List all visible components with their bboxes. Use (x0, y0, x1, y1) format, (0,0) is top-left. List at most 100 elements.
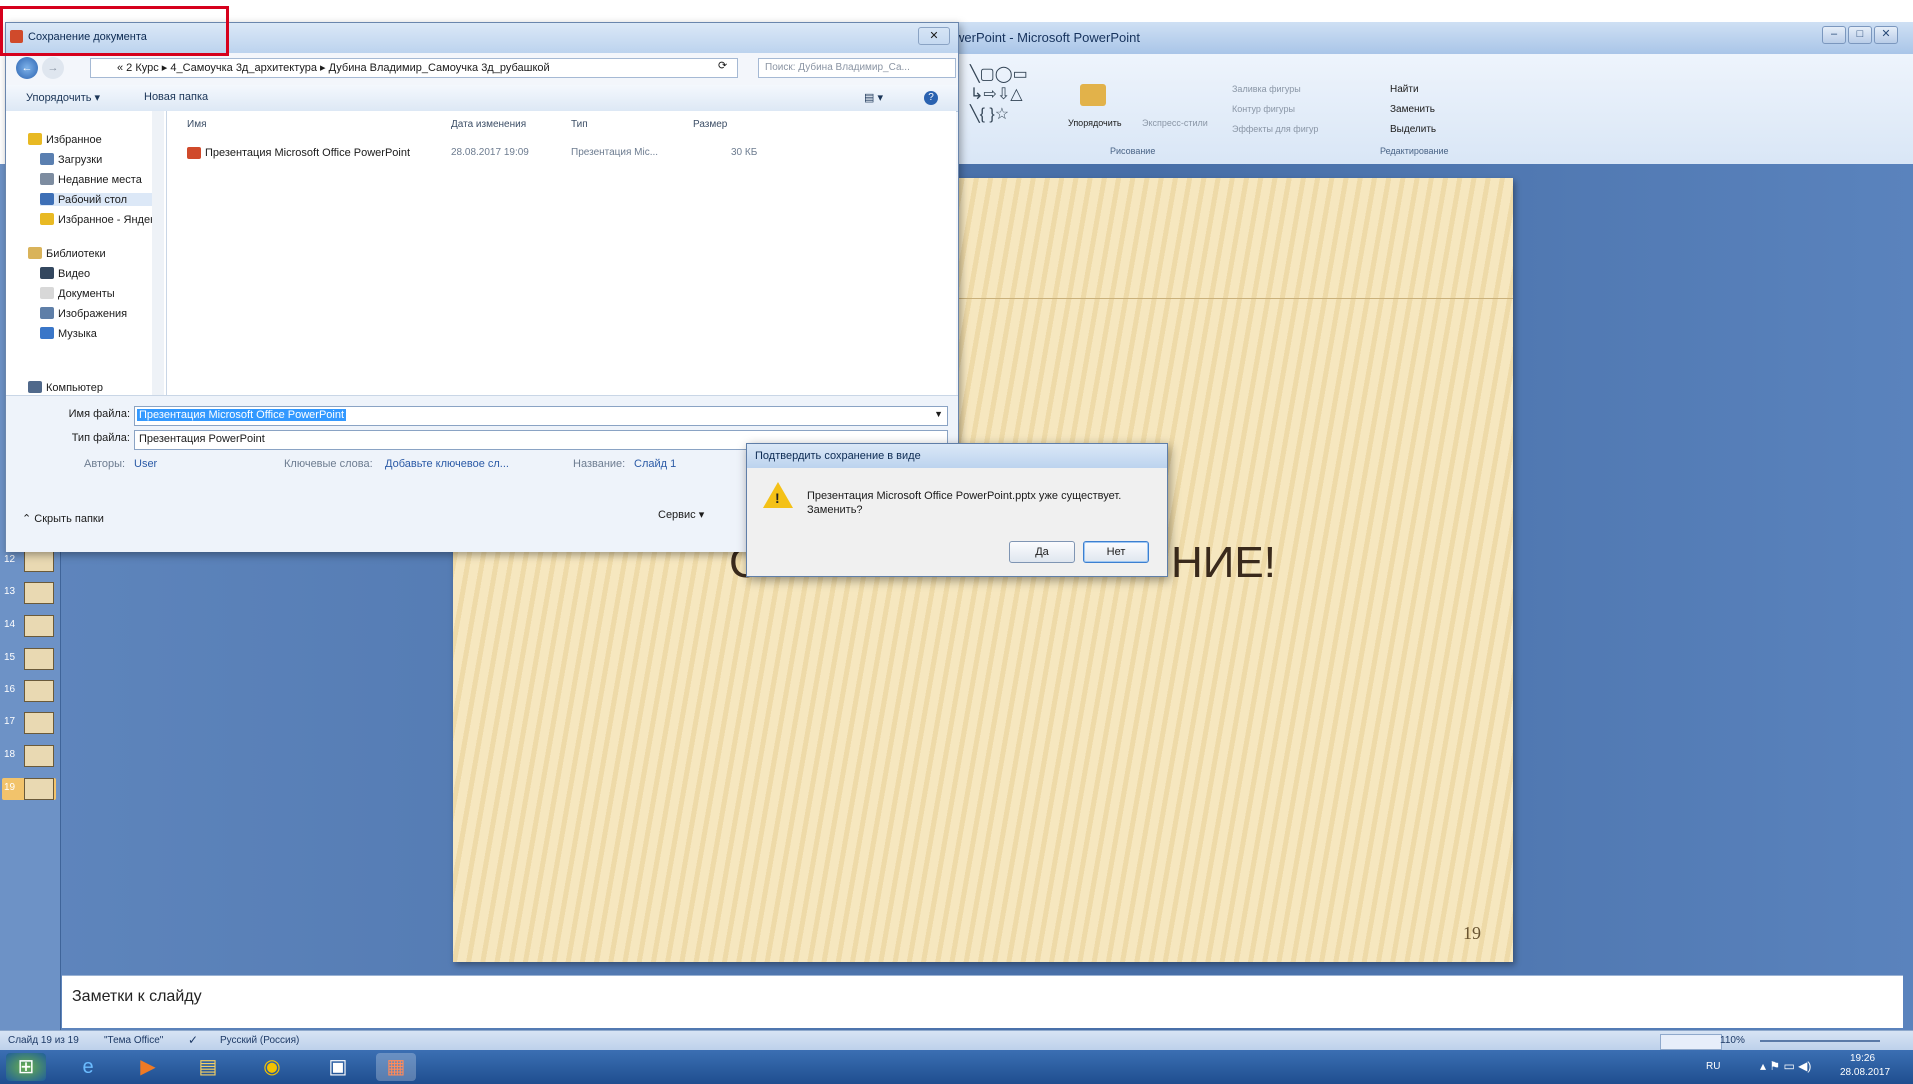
column-type[interactable]: Тип (571, 119, 588, 130)
chevron-up-icon: ⌃ (22, 513, 35, 525)
view-buttons[interactable] (1660, 1034, 1722, 1050)
nav-pictures[interactable]: Изображения (40, 307, 127, 320)
slide-heading: НИЕ! (1171, 538, 1276, 587)
authors-value[interactable]: User (134, 458, 157, 470)
nav-downloads[interactable]: Загрузки (40, 153, 102, 166)
status-bar: Слайд 19 из 19 "Тема Office" ✓ Русский (… (0, 1030, 1913, 1051)
file-list: Имя Дата изменения Тип Размер Презентаци… (167, 111, 956, 395)
zoom-slider[interactable] (1760, 1040, 1880, 1042)
select-button[interactable]: Выделить (1390, 124, 1436, 135)
shape-fill-button[interactable]: Заливка фигуры (1232, 84, 1301, 94)
explorer-icon[interactable]: ▤ (188, 1053, 228, 1081)
filename-label: Имя файла: (68, 408, 130, 420)
no-button[interactable]: Нет (1083, 541, 1149, 563)
back-icon[interactable]: ← (16, 57, 38, 79)
keywords-value[interactable]: Добавьте ключевое сл... (385, 458, 509, 470)
zoom-level[interactable]: 110% (1720, 1035, 1745, 1046)
tray-icons[interactable]: ▴ ⚑ ▭ ◀) (1760, 1059, 1811, 1073)
recent-places-icon (40, 173, 54, 185)
start-button[interactable]: ⊞ (6, 1053, 46, 1081)
star-icon (28, 133, 42, 145)
status-language[interactable]: Русский (Россия) (220, 1035, 299, 1046)
replace-button[interactable]: Заменить (1390, 104, 1435, 115)
spellcheck-icon[interactable]: ✓ (188, 1033, 198, 1047)
save-dialog-close-button[interactable]: ✕ (918, 27, 950, 45)
column-date[interactable]: Дата изменения (451, 119, 526, 130)
nav-desktop[interactable]: Рабочий стол (40, 193, 158, 206)
nav-video[interactable]: Видео (40, 267, 90, 280)
maximize-button[interactable]: □ (1848, 26, 1872, 44)
shape-outline-button[interactable]: Контур фигуры (1232, 104, 1295, 114)
new-folder-button[interactable]: Новая папка (144, 91, 208, 103)
file-date: 28.08.2017 19:09 (451, 147, 529, 158)
nav-music[interactable]: Музыка (40, 327, 97, 340)
column-size[interactable]: Размер (693, 119, 727, 130)
chrome-icon[interactable]: ◉ (252, 1053, 292, 1081)
ie-icon[interactable]: e (68, 1053, 108, 1081)
service-dropdown[interactable]: Сервис ▾ (658, 508, 704, 521)
language-indicator[interactable]: RU (1706, 1061, 1720, 1072)
refresh-icon[interactable]: ⟳ (718, 59, 727, 72)
video-icon (40, 267, 54, 279)
filename-input[interactable]: Презентация Microsoft Office PowerPoint … (134, 406, 948, 426)
clock-time[interactable]: 19:26 (1850, 1053, 1875, 1064)
file-row[interactable]: Презентация Microsoft Office PowerPoint … (185, 143, 785, 163)
slide-number: 19 (1463, 923, 1481, 943)
shapes-gallery[interactable]: ╲▢◯▭ ↳⇨⇩△ ╲{ }☆ (970, 64, 1028, 124)
pptx-file-icon (187, 147, 201, 159)
title-value[interactable]: Слайд 1 (634, 458, 676, 470)
clock-date[interactable]: 28.08.2017 (1840, 1067, 1890, 1078)
thumbnail-18[interactable]: 18 (2, 745, 56, 767)
title-label: Название: (573, 458, 626, 470)
powerpoint-taskbar-icon[interactable]: ▦ (376, 1053, 416, 1081)
star-icon (40, 213, 54, 225)
nav-favorites[interactable]: Избранное (28, 133, 102, 146)
thumbnail-17[interactable]: 17 (2, 712, 56, 734)
minimize-button[interactable]: – (1822, 26, 1846, 44)
drawing-group-label: Рисование (1110, 146, 1156, 156)
nav-libraries[interactable]: Библиотеки (28, 247, 106, 260)
file-type: Презентация Mic... (571, 147, 659, 158)
chevron-down-icon[interactable]: ▼ (934, 409, 943, 419)
thumbnail-19-selected[interactable]: 19 (2, 778, 56, 800)
thumbnail-14[interactable]: 14 (2, 615, 56, 637)
view-options-icon[interactable]: ▤ ▾ (864, 91, 883, 104)
nav-documents[interactable]: Документы (40, 287, 115, 300)
close-button[interactable]: ✕ (1874, 26, 1898, 44)
thumbnail-15[interactable]: 15 (2, 648, 56, 670)
status-slide-count: Слайд 19 из 19 (8, 1035, 79, 1046)
thumbnail-16[interactable]: 16 (2, 680, 56, 702)
help-icon[interactable]: ? (924, 91, 938, 105)
hide-folders-button[interactable]: ⌃ Скрыть папки (22, 512, 104, 525)
organize-button[interactable]: Упорядочить ▾ (26, 91, 100, 104)
quick-styles-button[interactable]: Экспресс-стили (1142, 118, 1208, 128)
breadcrumb[interactable]: « 2 Курс ▸ 4_Самоучка 3д_архитектура ▸ Д… (90, 58, 738, 78)
downloads-icon (40, 153, 54, 165)
arrange-button[interactable]: Упорядочить (1068, 118, 1122, 128)
nav-recent[interactable]: Недавние места (40, 173, 142, 186)
filetype-label: Тип файла: (71, 432, 130, 444)
app-icon[interactable]: ▣ (318, 1053, 358, 1081)
yes-button[interactable]: Да (1009, 541, 1075, 563)
search-input[interactable]: Поиск: Дубина Владимир_Са... (758, 58, 956, 78)
nav-scrollbar[interactable] (152, 111, 164, 395)
forward-icon[interactable]: → (42, 57, 64, 79)
pictures-icon (40, 307, 54, 319)
address-bar: ← → « 2 Курс ▸ 4_Самоучка 3д_архитектура… (10, 56, 956, 80)
status-theme: "Тема Office" (104, 1035, 164, 1046)
filetype-value: Презентация PowerPoint (139, 433, 265, 445)
keywords-label: Ключевые слова: (284, 458, 373, 470)
find-button[interactable]: Найти (1390, 84, 1419, 95)
column-name[interactable]: Имя (187, 119, 206, 130)
file-size: 30 КБ (731, 147, 758, 158)
ribbon: ╲▢◯▭ ↳⇨⇩△ ╲{ }☆ Упорядочить Экспресс-стили… (950, 54, 1913, 165)
thumbnail-12[interactable]: 12 (2, 550, 56, 572)
nav-computer[interactable]: Компьютер (28, 381, 103, 393)
notes-pane[interactable]: Заметки к слайду (62, 975, 1903, 1028)
thumbnail-13[interactable]: 13 (2, 582, 56, 604)
warning-icon-mark: ! (775, 490, 780, 506)
shape-effects-button[interactable]: Эффекты для фигур (1232, 124, 1318, 134)
nav-yandex-favorites[interactable]: Избранное - Яндекс (40, 213, 158, 226)
media-player-icon[interactable]: ▶ (128, 1053, 168, 1081)
powerpoint-title: werPoint - Microsoft PowerPoint (955, 30, 1140, 45)
